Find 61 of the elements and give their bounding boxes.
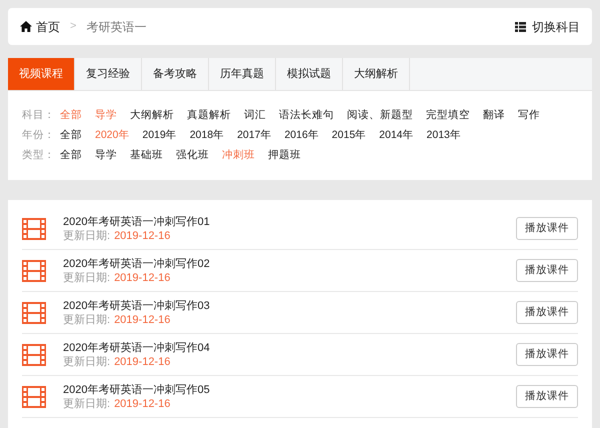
film-icon — [22, 344, 46, 366]
course-title[interactable]: 2020年考研英语一冲刺写作02 — [63, 256, 516, 270]
filter-label: 年份： — [22, 128, 56, 142]
filter-label: 科目： — [22, 108, 56, 122]
breadcrumb-current: 考研英语一 — [86, 18, 146, 36]
filter-option[interactable]: 全部 — [60, 128, 82, 142]
date-label: 更新日期: — [63, 354, 110, 368]
play-button[interactable]: 播放课件 — [516, 259, 578, 282]
filter-option[interactable]: 大纲解析 — [130, 108, 174, 122]
filter-option[interactable]: 全部 — [60, 148, 82, 162]
breadcrumb-separator: > — [70, 19, 76, 34]
film-icon — [22, 260, 46, 282]
filter-option[interactable]: 押题班 — [268, 148, 301, 162]
tab[interactable]: 复习经验 — [75, 58, 142, 90]
update-date: 2019-12-16 — [114, 354, 170, 368]
film-icon — [22, 218, 46, 240]
filter-option[interactable]: 语法长难句 — [279, 108, 334, 122]
home-icon — [20, 21, 32, 32]
date-label: 更新日期: — [63, 270, 110, 284]
tab[interactable]: 视频课程 — [8, 58, 75, 90]
course-title[interactable]: 2020年考研英语一冲刺写作03 — [63, 298, 516, 312]
date-label: 更新日期: — [63, 396, 110, 410]
film-icon — [22, 386, 46, 408]
tab[interactable]: 历年真题 — [209, 58, 276, 90]
filter-option[interactable]: 2015年 — [332, 128, 366, 142]
play-button[interactable]: 播放课件 — [516, 343, 578, 366]
filter-option[interactable]: 写作 — [518, 108, 540, 122]
list-icon — [515, 22, 526, 32]
date-label: 更新日期: — [63, 312, 110, 326]
filter-option[interactable]: 词汇 — [244, 108, 266, 122]
update-date: 2019-12-16 — [114, 396, 170, 410]
filter-option[interactable]: 基础班 — [130, 148, 163, 162]
filter-option[interactable]: 2018年 — [190, 128, 224, 142]
tab[interactable]: 大纲解析 — [343, 58, 410, 90]
filter-option[interactable]: 翻译 — [483, 108, 505, 122]
play-button[interactable]: 播放课件 — [516, 385, 578, 408]
filter-option[interactable]: 2013年 — [426, 128, 461, 142]
course-title[interactable]: 2020年考研英语一冲刺写作04 — [63, 340, 516, 354]
update-date: 2019-12-16 — [114, 228, 170, 242]
filter-option[interactable]: 强化班 — [176, 148, 209, 162]
play-button[interactable]: 播放课件 — [516, 217, 578, 240]
filter-option[interactable]: 真题解析 — [187, 108, 231, 122]
filter-option[interactable]: 2019年 — [142, 128, 177, 142]
tab[interactable]: 模拟试题 — [276, 58, 343, 90]
play-button[interactable]: 播放课件 — [516, 301, 578, 324]
home-link[interactable]: 首页 — [20, 18, 60, 36]
course-title[interactable]: 2020年考研英语一冲刺写作01 — [63, 214, 516, 228]
filter-label: 类型： — [22, 148, 56, 162]
switch-subject-button[interactable]: 切换科目 — [515, 18, 580, 36]
filter-option[interactable]: 2016年 — [284, 128, 319, 142]
course-title[interactable]: 2020年考研英语一冲刺写作05 — [63, 382, 516, 396]
update-date: 2019-12-16 — [114, 270, 170, 284]
film-icon — [22, 302, 46, 324]
filter-option[interactable]: 导学 — [95, 148, 117, 162]
filter-option[interactable]: 阅读、新题型 — [347, 108, 413, 122]
update-date: 2019-12-16 — [114, 312, 170, 326]
filter-option[interactable]: 2017年 — [237, 128, 272, 142]
filter-option[interactable]: 完型填空 — [426, 108, 470, 122]
tab[interactable]: 备考攻略 — [142, 58, 209, 90]
date-label: 更新日期: — [63, 228, 110, 242]
filter-option[interactable]: 2014年 — [379, 128, 414, 142]
